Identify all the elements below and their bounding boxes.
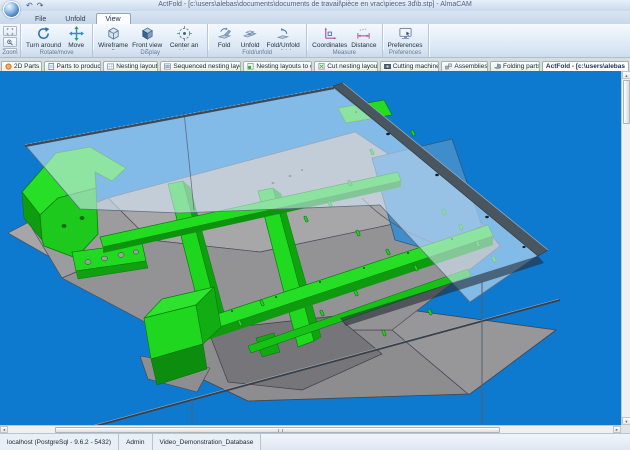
nesting-layouts-to-cut-icon (247, 63, 254, 70)
status-tab-database[interactable]: Video_Demonstration_Database (153, 434, 262, 450)
vertical-scrollbar-thumb[interactable] (623, 80, 630, 124)
horizontal-scrollbar[interactable]: ◄ ► (0, 425, 621, 433)
tab-assemblies[interactable]: Assemblies × (441, 61, 488, 71)
move-button[interactable]: Move (63, 25, 89, 50)
preferences-icon (398, 26, 413, 41)
preferences-button[interactable]: Preferences (386, 25, 425, 50)
window-title: ActFold - [c:\users\alebas\documents\doc… (0, 1, 630, 8)
tab-actfold-document[interactable]: ActFold - [c:\users\alebas (542, 61, 629, 71)
coordinates-icon (322, 26, 337, 41)
ribbon-group-label: Display (93, 50, 207, 57)
ribbon-tab-view[interactable]: View (96, 13, 131, 24)
2d-parts-icon (5, 63, 12, 70)
vertical-scrollbar[interactable]: ▲ ▼ (621, 71, 630, 425)
tab-nesting-layouts-to-cut[interactable]: Nesting layouts to cut × (243, 61, 312, 71)
cutting-machines-icon (384, 63, 391, 70)
ribbon-group-preferences: Preferences Preferences (383, 24, 429, 57)
scroll-left-icon[interactable]: ◄ (0, 426, 8, 433)
zoom-in-icon[interactable] (3, 37, 17, 47)
database-connection-status: localhost (PostgreSql - 9.6.2 - 5432) (0, 434, 119, 450)
undo-icon[interactable]: ↶ (26, 1, 33, 10)
nesting-layouts-icon (107, 63, 114, 70)
ribbon: Zoom Turn around Move Rotate/move Wirefr… (0, 24, 630, 58)
ribbon-group-fold-unfold: Fold Unfold Fold/Unfold a fold Fold/unfo… (208, 24, 307, 57)
tab-cut-nesting-layouts[interactable]: Cut nesting layouts × (314, 61, 378, 71)
unfold-button[interactable]: Unfold (237, 25, 263, 50)
scroll-up-icon[interactable]: ▲ (622, 71, 630, 79)
document-tab-bar: 2D Parts × Parts to produce × Nesting la… (0, 58, 630, 72)
tab-folding-parts[interactable]: Folding parts × (490, 61, 540, 71)
redo-icon[interactable]: ↷ (37, 1, 44, 10)
fold-icon (217, 26, 232, 41)
coordinates-button[interactable]: Coordinates (310, 25, 349, 50)
ribbon-group-label: Measure (307, 50, 381, 57)
move-icon (69, 26, 84, 41)
status-bar: localhost (PostgreSql - 9.6.2 - 5432) Ad… (0, 433, 630, 450)
turn-around-icon (36, 26, 51, 41)
tab-parts-to-produce[interactable]: Parts to produce × (44, 61, 102, 71)
scrollbar-grip (278, 429, 283, 432)
status-tab-admin[interactable]: Admin (119, 434, 152, 450)
tab-2d-parts[interactable]: 2D Parts × (1, 61, 42, 71)
fold-button[interactable]: Fold (211, 25, 237, 50)
scroll-right-icon[interactable]: ► (613, 426, 621, 433)
front-view-icon (140, 26, 155, 41)
ribbon-group-label: Zoom (0, 50, 20, 57)
app-menu-button[interactable] (3, 1, 20, 18)
assemblies-icon (445, 63, 452, 70)
scrollbar-corner (621, 425, 630, 433)
distance-button[interactable]: Distance (349, 25, 378, 50)
ribbon-tab-file[interactable]: File (26, 14, 55, 24)
3d-viewport-canvas[interactable] (0, 71, 621, 425)
ribbon-group-zoom: Zoom (0, 24, 21, 57)
tab-nesting-layouts[interactable]: Nesting layouts × (103, 61, 158, 71)
ribbon-group-label: Preferences (383, 50, 428, 57)
ribbon-group-display: Wireframe ▾ Front view ▾ Center an objec… (93, 24, 208, 57)
tab-cutting-machines[interactable]: Cutting machines × (380, 61, 440, 71)
ribbon-tab-unfold[interactable]: Unfold (56, 14, 94, 24)
application-window: ↶ ↷ ActFold - [c:\users\alebas\documents… (0, 0, 630, 450)
unfold-icon (243, 26, 258, 41)
zoom-fit-icon[interactable] (3, 26, 17, 36)
quick-access-toolbar: ↶ ↷ (26, 0, 43, 11)
turn-around-button[interactable]: Turn around (24, 25, 63, 50)
folding-parts-icon (494, 63, 501, 70)
tab-sequenced-nesting-layouts[interactable]: Sequenced nesting layouts × (160, 61, 241, 71)
ribbon-group-measure: Coordinates Distance Measure (307, 24, 382, 57)
scroll-down-icon[interactable]: ▼ (622, 417, 630, 425)
status-bar-filler (261, 434, 630, 450)
cut-nesting-layouts-icon (318, 63, 325, 70)
3d-viewport: ▲ ▼ ◄ ► (0, 71, 630, 433)
center-object-icon (177, 26, 192, 41)
sequenced-nesting-layouts-icon (164, 63, 171, 70)
fold-unfold-a-fold-icon (276, 26, 291, 41)
wireframe-icon (106, 26, 121, 41)
ribbon-tab-strip: File Unfold View (0, 11, 630, 24)
ribbon-group-label: Rotate/move (21, 50, 92, 57)
ribbon-group-label: Fold/unfold (208, 50, 306, 57)
ribbon-group-rotate-move: Turn around Move Rotate/move (21, 24, 93, 57)
parts-to-produce-icon (48, 63, 55, 70)
distance-icon (356, 26, 371, 41)
